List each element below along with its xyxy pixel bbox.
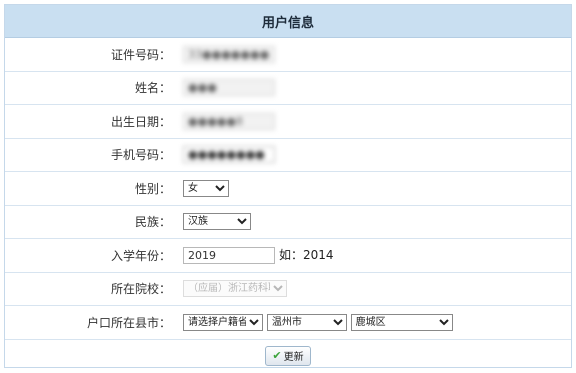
ethnicity-select[interactable]: 汉族 xyxy=(183,213,251,231)
check-icon: ✔ xyxy=(272,349,282,363)
id-number-label: 证件号码： xyxy=(5,38,179,72)
college-select: （应届）浙江药科职业大学 xyxy=(183,280,287,298)
row-birth: 出生日期： xyxy=(5,104,571,139)
enroll-year-field[interactable] xyxy=(183,247,275,265)
row-phone: 手机号码： xyxy=(5,138,571,172)
hukou-province-select[interactable]: 请选择户籍省份 xyxy=(183,313,263,331)
hukou-city-select[interactable]: 温州市 xyxy=(266,313,347,331)
row-enroll-year: 入学年份： 如：2014 xyxy=(5,238,571,273)
row-id-number: 证件号码： xyxy=(5,38,571,72)
row-name: 姓名： xyxy=(5,71,571,105)
row-gender: 性别： 女 xyxy=(5,171,571,206)
hukou-label: 户口所在县市： xyxy=(5,305,179,340)
enroll-year-label: 入学年份： xyxy=(5,238,179,273)
row-actions: ✔ 更新 xyxy=(5,339,571,372)
name-field xyxy=(183,79,275,97)
row-ethnicity: 民族： 汉族 xyxy=(5,205,571,239)
row-hukou: 户口所在县市： 请选择户籍省份 温州市 鹿城区 xyxy=(5,305,571,340)
panel-title: 用户信息 xyxy=(5,5,571,38)
user-info-form: 证件号码： 姓名： 出生日期： 手机号码： 性别： 女 民族： 汉族 入学年份：… xyxy=(5,38,571,372)
update-button-label: 更新 xyxy=(283,352,304,364)
hukou-district-select[interactable]: 鹿城区 xyxy=(350,313,453,331)
gender-select[interactable]: 女 xyxy=(183,179,229,197)
user-info-panel: 用户信息 证件号码： 姓名： 出生日期： 手机号码： 性别： 女 民族： 汉族 … xyxy=(4,4,572,368)
row-college: 所在院校： （应届）浙江药科职业大学 xyxy=(5,272,571,306)
phone-label: 手机号码： xyxy=(5,138,179,172)
enroll-year-hint: 如：2014 xyxy=(279,248,334,263)
update-button[interactable]: ✔ 更新 xyxy=(265,345,311,366)
gender-label: 性别： xyxy=(5,171,179,206)
college-label: 所在院校： xyxy=(5,272,179,306)
phone-field[interactable] xyxy=(183,146,275,164)
ethnicity-label: 民族： xyxy=(5,205,179,239)
id-number-field xyxy=(183,45,275,63)
birth-date-label: 出生日期： xyxy=(5,104,179,139)
birth-date-field xyxy=(183,112,275,130)
name-label: 姓名： xyxy=(5,71,179,105)
